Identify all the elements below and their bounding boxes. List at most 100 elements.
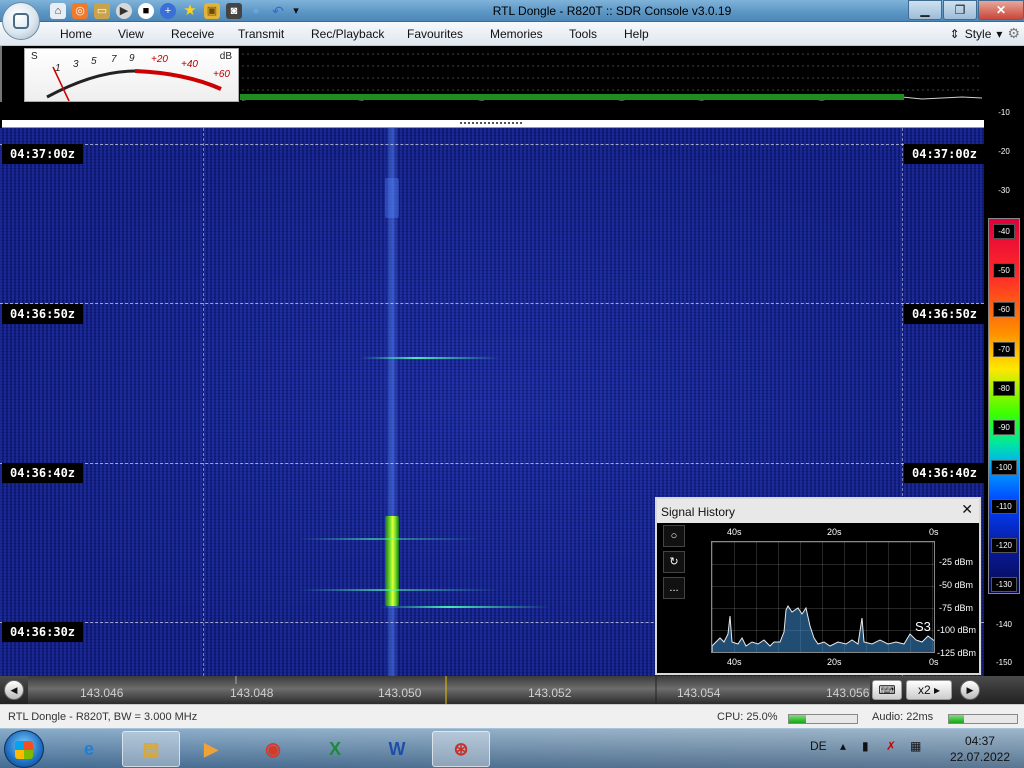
db-tick: -10 [998,108,1010,117]
style-menu[interactable]: Style [965,27,992,41]
ribbon-menu: Home View Receive Transmit Rec/Playback … [0,22,1024,46]
dbm-axis: -125 dBm [937,648,977,658]
db-tick: -60 [993,302,1015,317]
time-label-right: 04:36:50z [904,304,984,324]
internet-explorer-icon[interactable]: e [60,731,118,767]
time-axis-top: 0s [929,527,939,537]
start-button[interactable] [4,730,44,768]
app-menu-button[interactable] [2,2,40,40]
expand-icon[interactable]: ⇕ [950,27,960,41]
sdr-console-icon[interactable]: ⊛ [432,731,490,767]
time-label-left: 04:36:30z [2,622,84,642]
network-icon[interactable]: ▮ [862,739,869,753]
keyboard-icon[interactable]: ⌨ [872,680,902,700]
minimize-button[interactable]: ▁ [908,0,942,20]
signal-history-plot [711,541,935,653]
menu-memories[interactable]: Memories [490,27,543,41]
home-icon[interactable]: ⌂ [50,3,66,19]
freq-label: 143.048 [230,686,274,700]
clock-date: 22.07.2022 [949,750,1010,764]
menu-tools[interactable]: Tools [569,27,597,41]
dbm-axis: -75 dBm [939,603,974,613]
undo-icon[interactable]: ↶ [270,3,286,19]
device-status: RTL Dongle - R820T, BW = 3.000 MHz [8,711,198,723]
signal-history-title: Signal History [657,499,979,523]
freq-label: 143.050 [378,686,422,700]
db-tick: -90 [993,420,1015,435]
star-icon[interactable]: ★ [182,3,198,19]
lifebuoy-icon[interactable]: ◎ [72,3,88,19]
panel-splitter[interactable] [0,102,984,128]
folder-icon[interactable]: ▭ [94,3,110,19]
camera-icon[interactable]: ◙ [226,3,242,19]
close-button[interactable]: ✕ [978,0,1024,20]
show-hidden-icons[interactable]: ▴ [840,739,846,753]
db-tick: -110 [991,499,1017,514]
cpu-status: CPU: 25.0% [717,711,778,723]
lock-icon[interactable]: ▣ [204,3,220,19]
db-tick: -100 [990,460,1017,475]
signal-history-panel: Signal History ✕ ○ ↻ ... 40s 20s 0s -25 … [655,497,981,675]
time-axis-bottom: 0s [929,657,939,667]
time-label-right: 04:36:40z [904,463,984,483]
time-axis-bottom: 20s [827,657,842,667]
status-bar: RTL Dongle - R820T, BW = 3.000 MHz CPU: … [0,704,1024,728]
reset-icon[interactable]: ↻ [663,551,685,573]
restore-button[interactable]: ❐ [943,0,977,20]
scroll-right-button[interactable]: ▶ [960,680,980,700]
dropdown-icon[interactable]: ▾ [292,3,300,19]
menu-help[interactable]: Help [624,27,649,41]
audio-meter [948,714,1018,724]
menu-receive[interactable]: Receive [171,27,214,41]
chevron-right-icon[interactable]: ▸ [934,683,940,697]
chevron-down-icon[interactable]: ▾ [996,27,1002,41]
freq-label: 143.052 [528,686,572,700]
signal-streak [300,589,500,591]
s-meter: S dB 1 3 5 7 9 +20 +40 +60 [24,48,239,102]
menu-rec-playback[interactable]: Rec/Playback [311,27,384,41]
word-icon[interactable]: W [368,731,426,767]
time-axis-top: 40s [727,527,742,537]
splitter-grip[interactable] [460,122,522,125]
play-icon[interactable]: ▶ [116,3,132,19]
app-icon [13,13,29,29]
file-explorer-icon[interactable]: ▤ [122,731,180,767]
gear-icon[interactable]: ⚙ [1007,25,1020,42]
chrome-icon[interactable]: ◉ [244,731,302,767]
db-tick: -140 [995,620,1012,629]
frequency-ruler[interactable] [28,676,870,704]
drop-icon[interactable]: ● [248,3,264,19]
menu-favourites[interactable]: Favourites [407,27,463,41]
signal-trace [385,178,399,218]
time-axis-top: 20s [827,527,842,537]
menu-transmit[interactable]: Transmit [238,27,284,41]
spectrum-level-bar [240,94,904,100]
zoom-select[interactable]: x2 [918,683,931,697]
db-tick: -50 [993,263,1015,278]
db-tick: -70 [993,342,1015,357]
scroll-left-button[interactable]: ◀ [4,680,24,700]
menu-home[interactable]: Home [60,27,92,41]
db-tick: -20 [998,147,1010,156]
quick-access-toolbar: ⌂ ◎ ▭ ▶ ■ + ★ ▣ ◙ ● ↶ ▾ [50,3,300,19]
time-label-left: 04:36:40z [2,463,84,483]
menu-view[interactable]: View [118,27,144,41]
plus-icon[interactable]: + [160,3,176,19]
media-player-icon[interactable]: ▶ [182,731,240,767]
stop-icon[interactable]: ■ [138,3,154,19]
audio-status: Audio: 22ms [872,711,934,723]
record-icon[interactable]: ○ [663,525,685,547]
clock-time: 04:37 [964,734,995,748]
language-indicator[interactable]: DE [810,739,827,753]
windows-logo-icon [15,741,33,759]
dbm-axis: -50 dBm [939,580,974,590]
action-center-icon[interactable]: ▦ [910,739,921,753]
more-button[interactable]: ... [663,577,685,599]
system-clock[interactable]: 04:37 22.07.2022 [950,733,1010,765]
signal-streak [380,606,550,608]
cpu-meter [788,714,858,724]
signal-streak [360,357,500,359]
excel-icon[interactable]: X [306,731,364,767]
close-icon[interactable]: ✕ [961,501,973,518]
volume-muted-icon[interactable]: ✗ [886,739,896,753]
